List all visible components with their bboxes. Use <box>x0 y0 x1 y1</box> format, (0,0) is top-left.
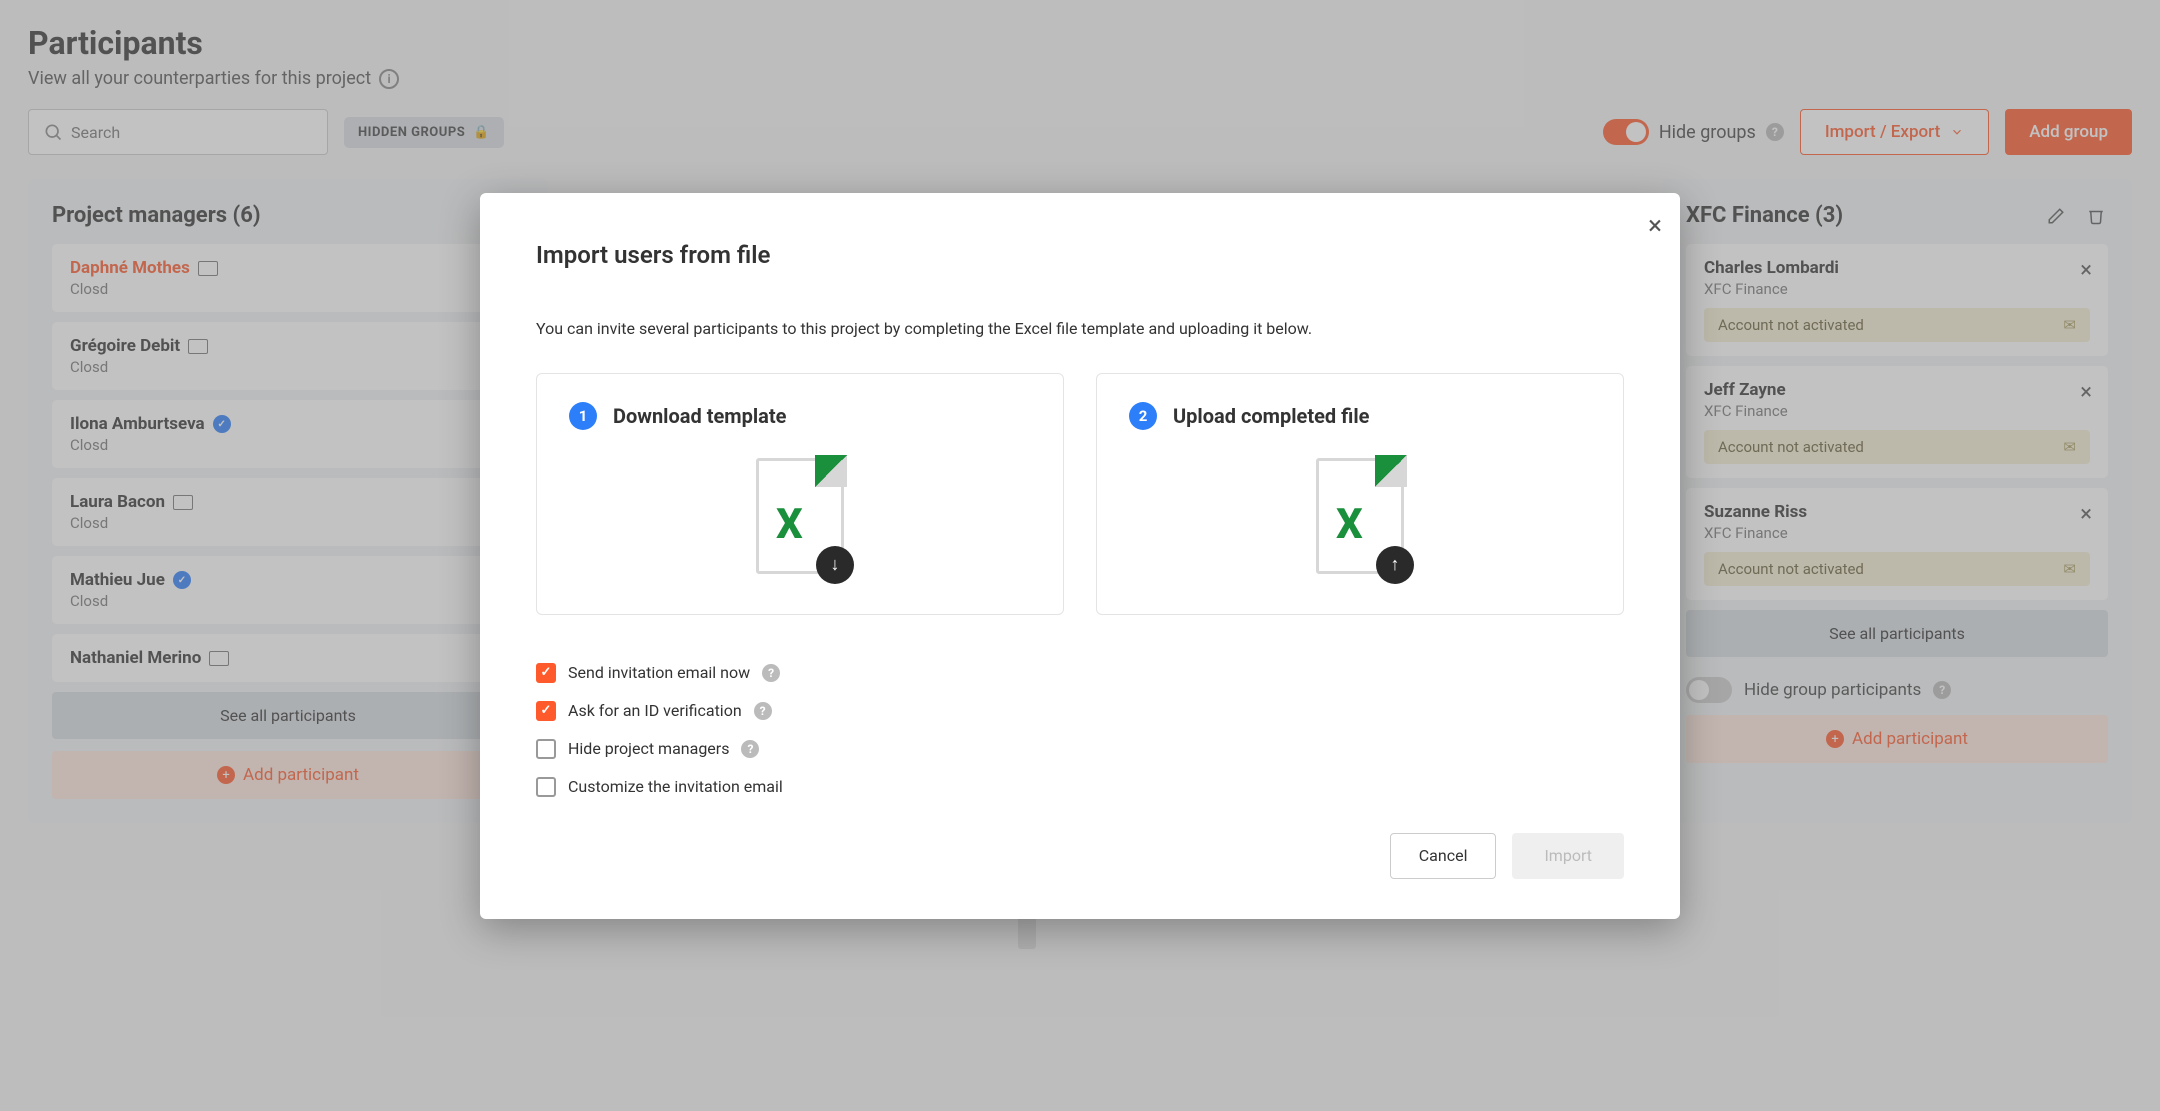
checkbox[interactable] <box>536 777 556 797</box>
option-ask-id[interactable]: Ask for an ID verification ? <box>536 701 1624 721</box>
option-customize-email[interactable]: Customize the invitation email <box>536 777 1624 797</box>
modal-title: Import users from file <box>536 241 1624 269</box>
option-send-invitation[interactable]: Send invitation email now ? <box>536 663 1624 683</box>
participants-page: Participants View all your counterpartie… <box>0 0 2160 1111</box>
import-users-modal: × Import users from file You can invite … <box>480 193 1680 919</box>
help-icon[interactable]: ? <box>741 740 759 758</box>
option-hide-managers[interactable]: Hide project managers ? <box>536 739 1624 759</box>
step-number: 1 <box>569 402 597 430</box>
import-options: Send invitation email now ? Ask for an I… <box>536 663 1624 797</box>
close-icon[interactable]: × <box>1648 211 1662 241</box>
import-steps: 1 Download template X ↓ 2 Upload complet… <box>536 373 1624 615</box>
upload-file-pane[interactable]: 2 Upload completed file X ↑ <box>1096 373 1624 615</box>
excel-upload-icon: X ↑ <box>1316 458 1404 574</box>
import-button[interactable]: Import <box>1512 833 1624 879</box>
checkbox[interactable] <box>536 739 556 759</box>
upload-arrow-icon: ↑ <box>1376 546 1414 584</box>
help-icon[interactable]: ? <box>762 664 780 682</box>
excel-download-icon: X ↓ <box>756 458 844 574</box>
checkbox[interactable] <box>536 663 556 683</box>
download-arrow-icon: ↓ <box>816 546 854 584</box>
step-number: 2 <box>1129 402 1157 430</box>
cancel-button[interactable]: Cancel <box>1390 833 1497 879</box>
modal-description: You can invite several participants to t… <box>536 317 1624 341</box>
download-template-pane[interactable]: 1 Download template X ↓ <box>536 373 1064 615</box>
modal-actions: Cancel Import <box>536 833 1624 879</box>
help-icon[interactable]: ? <box>754 702 772 720</box>
checkbox[interactable] <box>536 701 556 721</box>
